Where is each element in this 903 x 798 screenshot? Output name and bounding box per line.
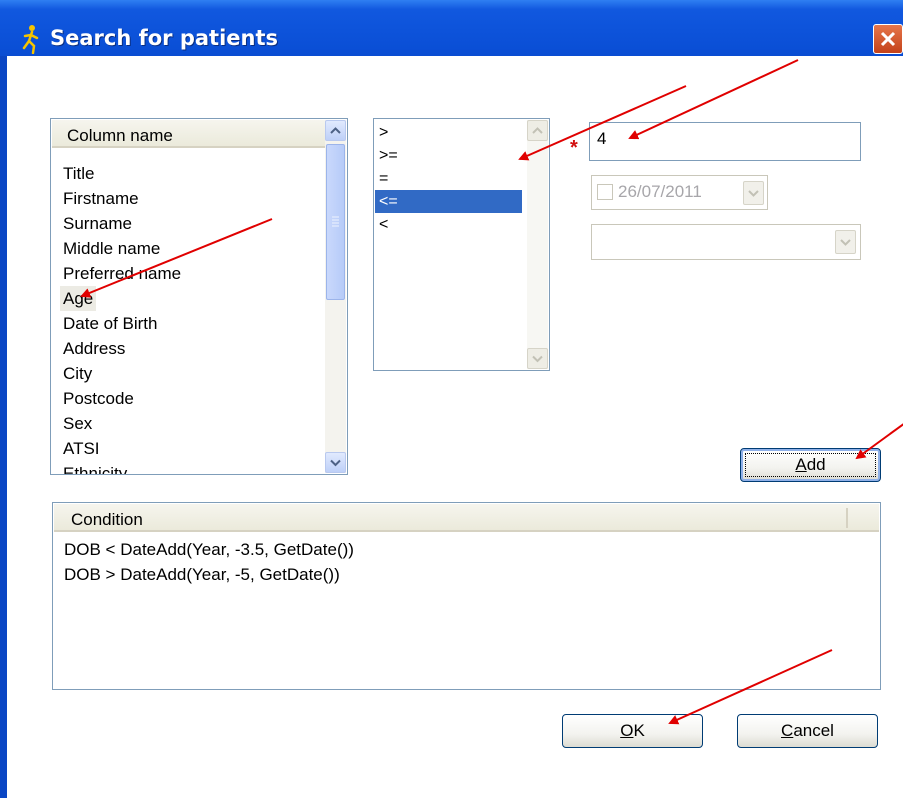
column-item[interactable]: Firstname	[60, 186, 142, 211]
operator-item[interactable]: >	[375, 121, 522, 144]
condition-row[interactable]: DOB < DateAdd(Year, -3.5, GetDate())	[61, 537, 357, 562]
column-item[interactable]: Date of Birth	[60, 311, 161, 336]
running-figure-icon	[22, 25, 39, 54]
column-item[interactable]: City	[60, 361, 95, 386]
scroll-up-button[interactable]	[325, 120, 346, 141]
date-picker: 26/07/2011	[591, 175, 768, 210]
operator-item[interactable]: <=	[375, 190, 522, 213]
scroll-thumb[interactable]	[326, 144, 345, 300]
window-title: Search for patients	[50, 26, 279, 50]
close-button[interactable]	[873, 24, 903, 54]
required-marker: *	[570, 137, 578, 159]
operator-item[interactable]: =	[375, 167, 522, 190]
window-border	[0, 56, 7, 798]
column-name-list[interactable]: Column name Title Firstname Surname Middle …	[50, 118, 348, 475]
chevron-down-icon	[840, 239, 851, 246]
chevron-up-icon	[532, 127, 543, 134]
ok-button-label: OK	[620, 721, 645, 740]
scroll-down-button[interactable]	[527, 348, 548, 369]
column-item[interactable]: Middle name	[60, 236, 163, 261]
add-button[interactable]: Add	[740, 448, 881, 482]
close-x-icon	[880, 31, 896, 47]
scroll-down-button[interactable]	[325, 452, 346, 473]
date-value: 26/07/2011	[618, 182, 702, 201]
header-divider	[846, 508, 848, 528]
column-item[interactable]: ATSI	[60, 436, 103, 461]
grip-icon	[332, 216, 339, 227]
dropdown-button[interactable]	[835, 230, 856, 254]
column-item[interactable]: Preferred name	[60, 261, 184, 286]
column-item[interactable]: Postcode	[60, 386, 137, 411]
column-list-scrollbar[interactable]	[325, 120, 346, 473]
operator-list-scrollbar[interactable]	[527, 120, 548, 369]
focus-rectangle	[745, 453, 876, 477]
ok-button[interactable]: OK	[562, 714, 703, 748]
cancel-button-label: Cancel	[781, 721, 834, 740]
condition-row[interactable]: DOB > DateAdd(Year, -5, GetDate())	[61, 562, 343, 587]
value-input[interactable]: 4	[589, 122, 861, 161]
chevron-down-icon	[532, 355, 543, 363]
column-item[interactable]: Ethnicity	[60, 461, 130, 474]
date-checkbox[interactable]	[597, 184, 613, 200]
operator-item[interactable]: <	[375, 213, 522, 236]
cancel-button[interactable]: Cancel	[737, 714, 878, 748]
scroll-up-button[interactable]	[527, 120, 548, 141]
chevron-down-icon	[330, 459, 341, 467]
operator-list[interactable]: > >= = <= <	[373, 118, 550, 371]
column-item[interactable]: Age	[60, 286, 97, 311]
condition-list[interactable]: Condition DOB < DateAdd(Year, -3.5, GetD…	[52, 502, 881, 690]
value-dropdown	[591, 224, 861, 260]
column-name-header[interactable]: Column name	[52, 120, 325, 148]
condition-header[interactable]: Condition	[54, 504, 879, 532]
date-dropdown-button[interactable]	[743, 181, 764, 205]
operator-item[interactable]: >=	[375, 144, 522, 167]
column-item[interactable]: Surname	[60, 211, 135, 236]
column-item[interactable]: Address	[60, 336, 128, 361]
chevron-down-icon	[748, 190, 759, 197]
column-item[interactable]: Sex	[60, 411, 95, 436]
chevron-up-icon	[330, 127, 341, 134]
column-item[interactable]: Title	[60, 161, 98, 186]
condition-header-label: Condition	[71, 510, 143, 529]
